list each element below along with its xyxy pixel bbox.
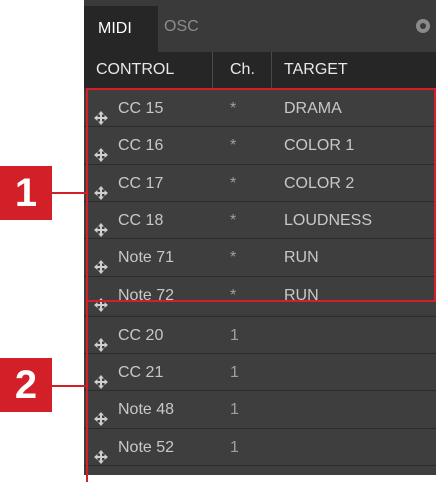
midi-mapping-panel: MIDI OSC CONTROL Ch. TARGET CC 15 * DRAMA C… (84, 0, 436, 475)
channel-cell: * (230, 249, 237, 267)
move-icon[interactable] (94, 251, 108, 275)
move-icon[interactable] (94, 403, 108, 427)
target-cell: DRAMA (284, 100, 342, 117)
control-cell: CC 21 (118, 364, 164, 382)
control-cell: Note 52 (118, 438, 175, 456)
control-cell: CC 16 (118, 137, 164, 155)
control-cell: CC 20 (118, 326, 164, 344)
column-header-channel[interactable]: Ch. (230, 52, 255, 88)
table-row[interactable]: CC 15 * DRAMA (84, 89, 436, 127)
column-divider (271, 52, 272, 88)
gear-icon[interactable] (416, 19, 430, 33)
callout-2: 2 (0, 358, 52, 412)
tab-bar: MIDI OSC (84, 0, 436, 54)
target-cell: LOUDNESS (284, 211, 373, 229)
move-icon[interactable] (94, 177, 108, 200)
callout-1-leader (52, 192, 86, 194)
channel-cell: 1 (230, 364, 239, 382)
table-row[interactable]: Note 48 1 (84, 390, 436, 429)
channel-cell: * (230, 137, 237, 155)
move-icon[interactable] (94, 329, 108, 352)
table-row[interactable]: CC 17 * COLOR 2 (84, 163, 436, 202)
channel-cell: * (230, 100, 237, 117)
control-cell: Note 48 (118, 401, 175, 419)
channel-cell: * (230, 211, 237, 229)
move-icon[interactable] (94, 214, 108, 237)
column-divider (212, 52, 213, 88)
table-row[interactable]: Note 72 * RUN (84, 275, 436, 314)
control-cell: CC 15 (118, 100, 164, 117)
target-cell: RUN (284, 286, 319, 304)
target-cell: COLOR 1 (284, 137, 355, 155)
channel-cell: * (230, 174, 237, 192)
channel-cell: 1 (230, 466, 239, 475)
table-row[interactable]: CC 20 1 (84, 315, 436, 354)
control-cell: CC 18 (118, 211, 164, 229)
control-cell: CC 17 (118, 174, 164, 192)
callout-2-leader (52, 385, 86, 387)
table-row[interactable]: Note 52 1 (84, 427, 436, 466)
move-icon[interactable] (94, 139, 108, 163)
channel-cell: * (230, 286, 237, 304)
target-cell: COLOR 2 (284, 174, 355, 192)
move-icon[interactable] (94, 289, 108, 312)
table-row[interactable]: Note 71 * RUN (84, 238, 436, 277)
move-icon[interactable] (94, 102, 108, 125)
table-row[interactable]: CC 21 1 (84, 353, 436, 392)
column-header-target[interactable]: TARGET (284, 52, 348, 88)
table-row[interactable]: CC 18 * LOUDNESS (84, 200, 436, 239)
channel-cell: 1 (230, 401, 239, 419)
tab-osc[interactable]: OSC (164, 6, 199, 52)
move-icon[interactable] (94, 366, 108, 390)
table-row[interactable]: CC 16 * COLOR 1 (84, 126, 436, 165)
control-cell: Note 55 (118, 466, 174, 475)
move-icon[interactable] (94, 441, 108, 464)
control-cell: Note 71 (118, 249, 175, 267)
tab-midi[interactable]: MIDI (84, 6, 158, 54)
callout-1: 1 (0, 166, 52, 220)
table-row[interactable]: Note 55 1 (84, 465, 436, 475)
table-header: CONTROL Ch. TARGET (84, 52, 436, 88)
control-cell: Note 72 (118, 286, 175, 304)
channel-cell: 1 (230, 326, 239, 344)
channel-cell: 1 (230, 438, 239, 456)
target-cell: RUN (284, 249, 319, 267)
column-header-control[interactable]: CONTROL (96, 52, 174, 88)
